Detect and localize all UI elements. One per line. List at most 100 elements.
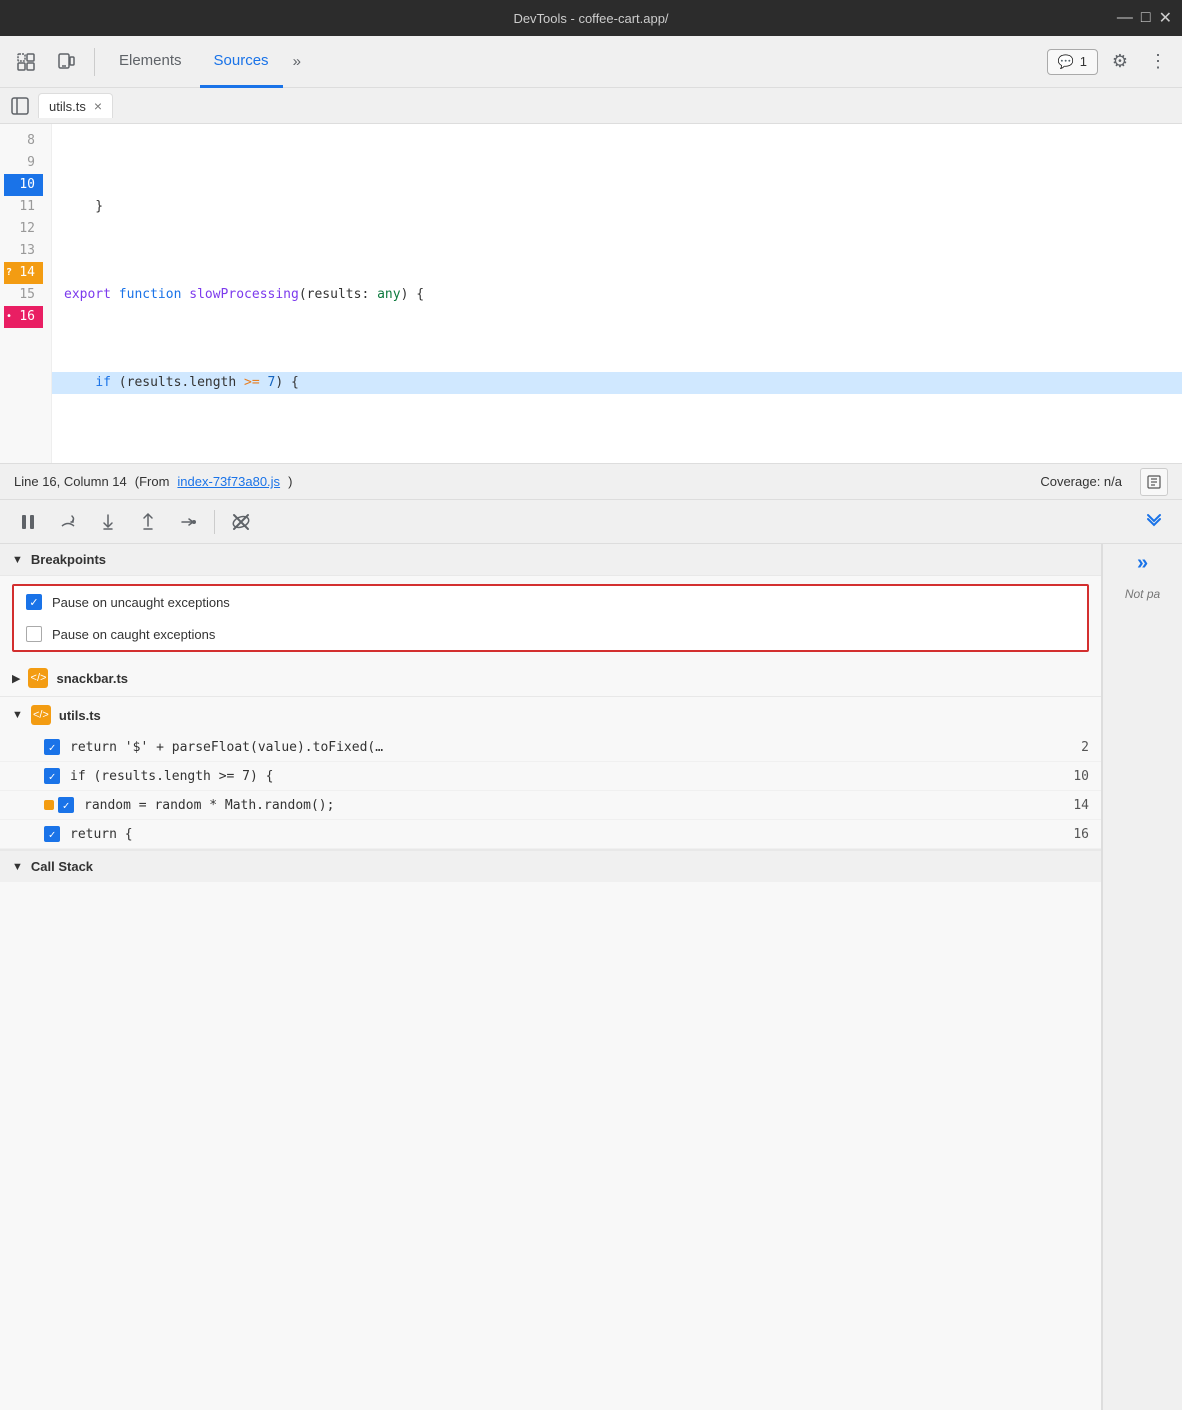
tab-sources[interactable]: Sources	[200, 36, 283, 88]
caught-exceptions-row[interactable]: Pause on caught exceptions	[14, 618, 1087, 650]
callstack-arrow: ▼	[12, 861, 23, 873]
line-num-9: 9	[4, 152, 43, 174]
bottom-panel: ▼ Breakpoints ✓ Pause on uncaught except…	[0, 544, 1182, 1410]
devtools-panel: Elements Sources » 💬 1 ⚙ ⋮ utils.ts ×	[0, 36, 1182, 1410]
debug-toolbar-right	[1138, 506, 1170, 538]
callstack-header[interactable]: ▼ Call Stack	[0, 850, 1101, 882]
bp-item-line16[interactable]: ✓ return { 16	[0, 820, 1101, 849]
file-section-utils-header[interactable]: ▼ </> utils.ts	[0, 697, 1101, 733]
uncaught-exceptions-checkbox[interactable]: ✓	[26, 594, 42, 610]
inspect-element-btn[interactable]	[8, 44, 44, 80]
file-section-snackbar-header[interactable]: ▶ </> snackbar.ts	[0, 660, 1101, 696]
close-btn[interactable]: ✕	[1159, 8, 1172, 28]
bp-code-line10: if (results.length >= 7) {	[70, 769, 274, 784]
tab-more-btn[interactable]: »	[287, 45, 307, 78]
pause-btn[interactable]	[12, 506, 44, 538]
snackbar-file-icon: </>	[28, 668, 48, 688]
line-num-16: • 16	[4, 306, 43, 328]
bp-code-line16: return {	[70, 827, 133, 842]
line-col-label: Line 16, Column 14	[14, 474, 127, 489]
line-numbers: 8 9 10 11 12 13 ? 14 15 • 16	[0, 124, 52, 463]
step-into-icon	[98, 512, 118, 532]
callstack-label: Call Stack	[31, 859, 93, 874]
bp-linenum-10: 10	[1073, 769, 1089, 784]
bp-orange-dot-14	[44, 800, 54, 810]
tab-separator-1	[94, 48, 95, 76]
debug-sep-1	[214, 510, 215, 534]
line-num-15: 15	[4, 284, 43, 306]
debug-more-btn[interactable]	[1138, 506, 1170, 538]
step-icon	[178, 512, 198, 532]
bp-linenum-16: 16	[1073, 827, 1089, 842]
uncaught-exceptions-row[interactable]: ✓ Pause on uncaught exceptions	[14, 586, 1087, 618]
maximize-btn[interactable]: □	[1141, 9, 1151, 27]
utils-file-icon: </>	[31, 705, 51, 725]
right-panel: » Not pa	[1102, 544, 1182, 1410]
file-tab-utils[interactable]: utils.ts ×	[38, 93, 113, 118]
tab-elements[interactable]: Elements	[105, 36, 196, 88]
right-panel-more-btn[interactable]: »	[1137, 552, 1148, 575]
tab-bar-right: 💬 1 ⚙ ⋮	[1047, 46, 1174, 78]
exceptions-box: ✓ Pause on uncaught exceptions Pause on …	[12, 584, 1089, 652]
not-paused-text: Not pa	[1117, 583, 1168, 605]
more-options-btn[interactable]: ⋮	[1142, 46, 1174, 78]
from-close: )	[288, 474, 292, 489]
title-bar-text: DevTools - coffee-cart.app/	[513, 11, 668, 26]
step-out-icon	[138, 512, 158, 532]
inspect-icon	[16, 52, 36, 72]
title-bar: DevTools - coffee-cart.app/ — □ ✕	[0, 0, 1182, 36]
caught-exceptions-checkbox[interactable]	[26, 626, 42, 642]
breakpoints-panel: ▼ Breakpoints ✓ Pause on uncaught except…	[0, 544, 1102, 1410]
line-num-11: 11	[4, 196, 43, 218]
minimize-btn[interactable]: —	[1117, 9, 1133, 27]
step-out-btn[interactable]	[132, 506, 164, 538]
line-num-13: 13	[4, 240, 43, 262]
uncaught-exceptions-label: Pause on uncaught exceptions	[52, 595, 230, 610]
notification-count: 1	[1080, 54, 1087, 69]
step-btn[interactable]	[172, 506, 204, 538]
quick-open-btn[interactable]	[1140, 468, 1168, 496]
line-num-14: ? 14	[4, 262, 43, 284]
bp-checkbox-line16[interactable]: ✓	[44, 826, 60, 842]
settings-btn[interactable]: ⚙	[1104, 46, 1136, 78]
code-scrollbar[interactable]	[0, 463, 1182, 464]
code-line-8: }	[52, 196, 1182, 218]
file-tab-name: utils.ts	[49, 99, 86, 114]
file-tab-close-btn[interactable]: ×	[94, 98, 102, 114]
device-toggle-btn[interactable]	[48, 44, 84, 80]
line-num-8: 8	[4, 130, 43, 152]
source-file-link[interactable]: index-73f73a80.js	[177, 474, 280, 489]
debug-toolbar	[0, 500, 1182, 544]
sidebar-toggle-icon	[11, 97, 29, 115]
file-section-snackbar: ▶ </> snackbar.ts	[0, 660, 1101, 697]
bp-checkbox-line14[interactable]: ✓	[58, 797, 74, 813]
gear-icon: ⚙	[1112, 51, 1128, 72]
sidebar-toggle-btn[interactable]	[6, 92, 34, 120]
chat-icon: 💬	[1058, 54, 1074, 70]
debug-more-icon	[1144, 512, 1164, 532]
code-line-10: if (results.length >= 7 ) {	[52, 372, 1182, 394]
code-editor[interactable]: 8 9 10 11 12 13 ? 14 15 • 16	[0, 124, 1182, 464]
bp-checkbox-line2[interactable]: ✓	[44, 739, 60, 755]
pause-icon	[18, 512, 38, 532]
bp-linenum-14: 14	[1073, 798, 1089, 813]
file-section-utils: ▼ </> utils.ts ✓ return '$' + parseFloat…	[0, 697, 1101, 850]
bp-item-line2[interactable]: ✓ return '$' + parseFloat(value).toFixed…	[0, 733, 1101, 762]
deactivate-bp-icon	[230, 511, 252, 533]
bp-item-line10[interactable]: ✓ if (results.length >= 7) { 10	[0, 762, 1101, 791]
breakpoints-section-header[interactable]: ▼ Breakpoints	[0, 544, 1101, 576]
deactivate-bp-btn[interactable]	[225, 506, 257, 538]
status-bar: Line 16, Column 14 (From index-73f73a80.…	[0, 464, 1182, 500]
step-over-btn[interactable]	[52, 506, 84, 538]
quick-open-icon	[1147, 475, 1161, 489]
top-tab-bar: Elements Sources » 💬 1 ⚙ ⋮	[0, 36, 1182, 88]
code-line-9: export function slowProcessing (results:…	[52, 284, 1182, 306]
notification-btn[interactable]: 💬 1	[1047, 49, 1098, 75]
step-into-btn[interactable]	[92, 506, 124, 538]
bp-item-line14[interactable]: ✓ random = random * Math.random(); 14	[0, 791, 1101, 820]
bp-checkbox-line10[interactable]: ✓	[44, 768, 60, 784]
caught-exceptions-label: Pause on caught exceptions	[52, 627, 215, 642]
more-icon: ⋮	[1149, 51, 1167, 72]
line-num-12: 12	[4, 218, 43, 240]
step-over-icon	[58, 512, 78, 532]
